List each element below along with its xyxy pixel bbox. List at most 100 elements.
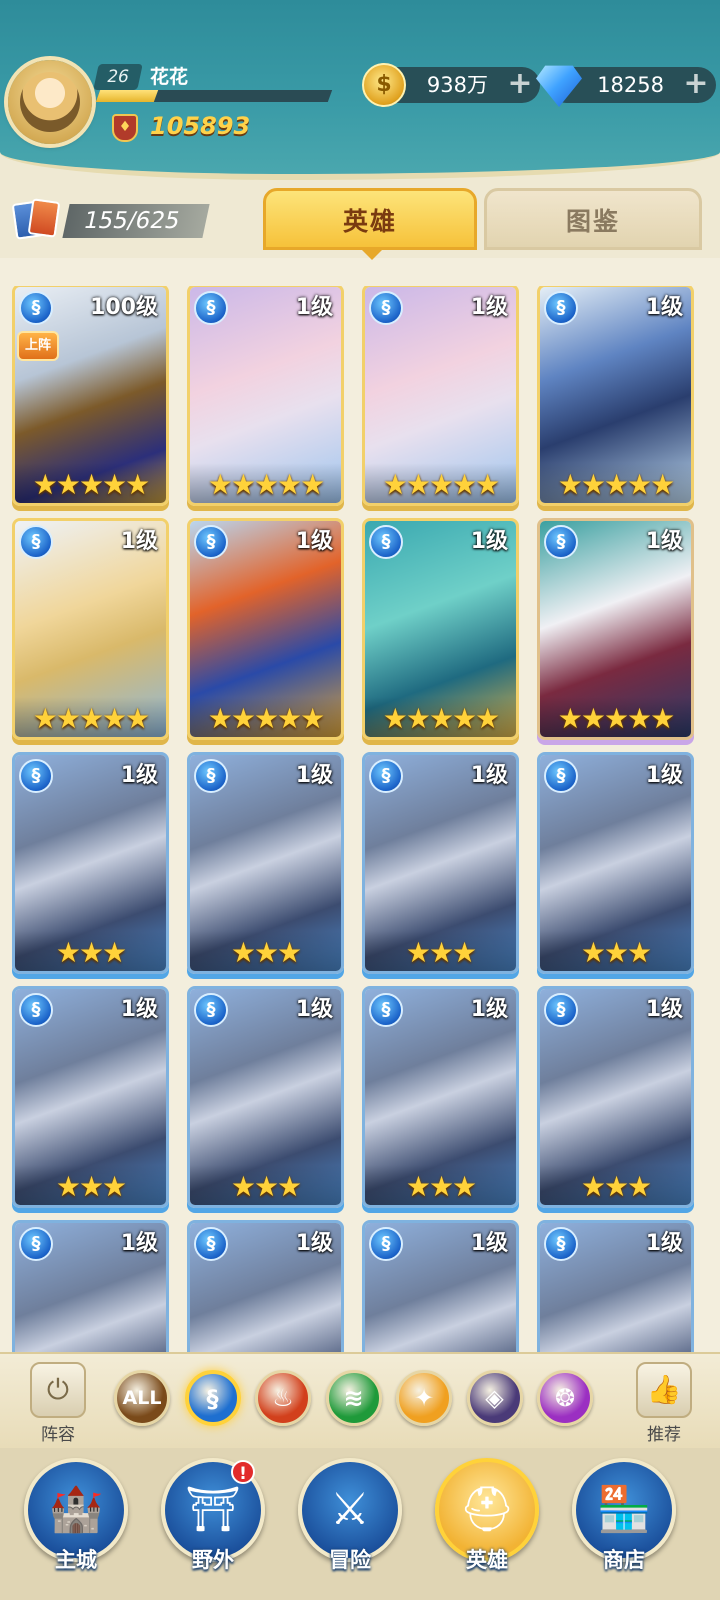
hero-card[interactable]: § 1级 ★★★ xyxy=(362,752,519,974)
nav-castle[interactable]: 🏰 主城 xyxy=(20,1452,132,1600)
hero-stars: ★★★ xyxy=(405,1170,477,1203)
nav-portal[interactable]: ⛩ 野外! xyxy=(157,1452,269,1600)
recommend-button[interactable]: 👍 推荐 xyxy=(624,1354,704,1450)
water-faction-icon: § xyxy=(194,1227,228,1261)
player-avatar-frame[interactable] xyxy=(8,60,92,144)
thumbs-up-icon: 👍 xyxy=(636,1362,692,1418)
hero-card[interactable]: § 1级 ★★★★★ xyxy=(187,286,344,506)
hero-card[interactable]: § 1级 ★★★★★ xyxy=(362,518,519,740)
tab-heroes[interactable]: 英雄 xyxy=(263,188,477,250)
nav-label: 冒险 xyxy=(329,1548,371,1572)
hero-level: 1级 xyxy=(120,529,158,554)
avatar[interactable] xyxy=(20,72,80,132)
lineup-label: 阵容 xyxy=(41,1425,75,1445)
hero-level: 1级 xyxy=(645,295,683,320)
hero-stars: ★★★★★ xyxy=(32,702,151,735)
hero-stars: ★★★★★ xyxy=(207,468,326,501)
hero-stars: ★★★★★ xyxy=(557,702,676,735)
hero-card[interactable]: § 1级 ★★★ xyxy=(187,986,344,1208)
add-gems-button[interactable]: + xyxy=(682,69,710,99)
hero-card[interactable]: § 1级 xyxy=(12,1220,169,1356)
hero-stars: ★★★★★ xyxy=(557,468,676,501)
hero-card[interactable]: § 1级 ★★★ xyxy=(537,986,694,1208)
hero-grid: § 100级 上阵 ★★★★★ § 1级 ★★★★★ § 1级 ★★★★★ § 1级 ★★★★★ § 1级 ★… xyxy=(10,286,710,1356)
water-faction-icon: § xyxy=(544,993,578,1027)
hero-card[interactable]: § 1级 ★★★★★ xyxy=(187,518,344,740)
gold-coin-icon: $ xyxy=(362,63,406,107)
hero-level: 1级 xyxy=(470,1231,508,1256)
hero-card[interactable]: § 1级 ★★★ xyxy=(12,986,169,1208)
tab-codex[interactable]: 图鉴 xyxy=(484,188,702,250)
nav-helmet[interactable]: ⛑ 英雄 xyxy=(431,1452,543,1600)
hero-level: 1级 xyxy=(645,997,683,1022)
hero-stars: ★★★ xyxy=(580,1170,652,1203)
hero-level: 1级 xyxy=(645,1231,683,1256)
hero-level: 1级 xyxy=(470,997,508,1022)
hero-stars: ★★★ xyxy=(230,1170,302,1203)
water-faction-icon: § xyxy=(19,759,53,793)
hero-stars: ★★★★★ xyxy=(207,702,326,735)
filter-water-icon[interactable]: § xyxy=(184,1370,241,1426)
hero-card[interactable]: § 1级 ★★★★★ xyxy=(12,518,169,740)
filter-wind-icon[interactable]: ≋ xyxy=(325,1370,382,1426)
player-level: 26 xyxy=(93,64,143,90)
nav-label: 英雄 xyxy=(466,1548,508,1572)
hero-card[interactable]: § 1级 ★★★★★ xyxy=(362,286,519,506)
filter-arcane-icon[interactable]: ❂ xyxy=(537,1370,593,1426)
filter-fire-icon[interactable]: ♨ xyxy=(255,1370,311,1426)
water-faction-icon: § xyxy=(369,1227,403,1261)
recommend-label: 推荐 xyxy=(647,1425,681,1445)
alert-badge: ! xyxy=(231,1460,255,1484)
nav-label: 野外 xyxy=(192,1548,234,1572)
combat-power: 105893 xyxy=(150,112,251,140)
water-faction-icon: § xyxy=(19,291,53,325)
filter-shadow-icon[interactable]: ◈ xyxy=(466,1370,523,1426)
nav-shop[interactable]: 🏪 商店 xyxy=(568,1452,680,1600)
hero-level: 1级 xyxy=(470,295,508,320)
water-faction-icon: § xyxy=(369,291,403,325)
hero-stars: ★★★★★ xyxy=(382,468,501,501)
hero-card[interactable]: § 1级 ★★★★★ xyxy=(537,286,694,506)
bottom-nav: 🏰 主城 ⛩ 野外! ⚔ 冒险 ⛑ 英雄 🏪 商店 xyxy=(0,1448,720,1600)
hero-stars: ★★★★★ xyxy=(32,468,151,501)
water-faction-icon: § xyxy=(369,993,403,1027)
add-gold-button[interactable]: + xyxy=(506,69,534,99)
hero-card[interactable]: § 1级 ★★★ xyxy=(537,752,694,974)
gem-resource: 18258 + xyxy=(536,65,716,107)
hero-level: 1级 xyxy=(295,997,333,1022)
hero-card[interactable]: § 100级 上阵 ★★★★★ xyxy=(12,286,169,506)
hero-level: 1级 xyxy=(645,763,683,788)
hero-card[interactable]: § 1级 ★★★ xyxy=(12,752,169,974)
lineup-button[interactable]: ⏻ 阵容 xyxy=(18,1354,98,1450)
hero-card[interactable]: § 1级 xyxy=(537,1220,694,1356)
water-faction-icon: § xyxy=(544,759,578,793)
hero-stars: ★★★ xyxy=(580,936,652,969)
active-tab-indicator xyxy=(362,250,382,260)
hero-card[interactable]: § 1级 ★★★★★ xyxy=(537,518,694,740)
deployed-badge: 上阵 xyxy=(17,331,59,361)
hero-card[interactable]: § 1级 xyxy=(187,1220,344,1356)
water-faction-icon: § xyxy=(194,525,228,559)
power-shield-icon: ♦ xyxy=(112,114,138,142)
filter-all-icon[interactable]: ALL xyxy=(114,1370,170,1426)
hero-stars: ★★★ xyxy=(55,1170,127,1203)
gold-resource: $ 938万 + xyxy=(362,63,540,107)
water-faction-icon: § xyxy=(19,525,53,559)
hero-level: 1级 xyxy=(295,529,333,554)
water-faction-icon: § xyxy=(194,993,228,1027)
water-faction-icon: § xyxy=(19,1227,53,1261)
hero-level: 1级 xyxy=(295,1231,333,1256)
nav-sword[interactable]: ⚔ 冒险 xyxy=(294,1452,406,1600)
hero-level: 1级 xyxy=(120,997,158,1022)
hero-card[interactable]: § 1级 ★★★ xyxy=(187,752,344,974)
faction-filter-bar: ⏻ 阵容 ALL § ♨ ≋ ✦ ◈ ❂ 👍 推荐 xyxy=(0,1352,720,1448)
xp-fill xyxy=(95,90,159,102)
hero-level: 1级 xyxy=(470,529,508,554)
player-name: 花花 xyxy=(150,66,189,88)
hero-card[interactable]: § 1级 xyxy=(362,1220,519,1356)
filter-light-icon[interactable]: ✦ xyxy=(396,1370,452,1426)
hero-stars: ★★★ xyxy=(55,936,127,969)
hero-card[interactable]: § 1级 ★★★ xyxy=(362,986,519,1208)
xp-bar xyxy=(95,90,333,102)
water-faction-icon: § xyxy=(194,759,228,793)
